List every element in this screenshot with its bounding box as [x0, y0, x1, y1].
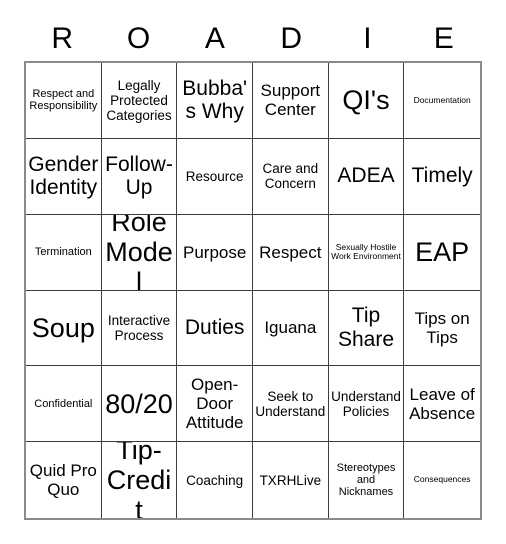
header-letter-4: D [280, 22, 302, 55]
bingo-cell[interactable]: Iguana [252, 290, 329, 367]
header-letter-3: A [204, 22, 225, 55]
bingo-cell[interactable]: Stereotypes and Nicknames [329, 442, 405, 518]
bingo-cell[interactable]: EAP [404, 215, 480, 291]
bingo-cell[interactable]: Respect [252, 214, 329, 291]
bingo-cell[interactable]: ADEA [328, 138, 405, 215]
bingo-cell[interactable]: Care and Concern [252, 138, 329, 215]
bingo-cell[interactable]: Seek to Understand [252, 366, 329, 443]
header-letter-6: E [433, 22, 454, 55]
header-letter-5: I [363, 22, 372, 55]
bingo-cell[interactable]: Tip Share [328, 290, 405, 367]
bingo-cell[interactable]: Termination [26, 214, 102, 291]
bingo-cell[interactable]: Respect and Responsibility [26, 63, 102, 139]
bingo-cell[interactable]: QI's [328, 63, 405, 139]
bingo-cell[interactable]: Timely [404, 139, 480, 215]
bingo-cell[interactable]: Role Model [101, 214, 178, 291]
bingo-header: R O A D I E [24, 18, 482, 60]
bingo-cell[interactable]: Open-Door Attitude [177, 366, 253, 443]
bingo-cell[interactable]: Purpose [177, 214, 253, 291]
bingo-cell[interactable]: Soup [26, 290, 102, 367]
bingo-cell[interactable]: Sexually Hostile Work Environment [328, 214, 405, 291]
bingo-cell[interactable]: Documentation [404, 63, 480, 139]
bingo-cell[interactable]: Interactive Process [101, 290, 178, 367]
header-letter-1: R [51, 22, 73, 55]
bingo-cell[interactable]: Quid Pro Quo [26, 442, 102, 518]
bingo-cell[interactable]: Leave of Absence [404, 366, 480, 443]
bingo-cell[interactable]: TXRHLive [253, 442, 329, 518]
bingo-cell[interactable]: Tips on Tips [404, 291, 480, 367]
bingo-cell[interactable]: Confidential [26, 366, 102, 443]
bingo-cell[interactable]: Understand Policies [328, 366, 405, 443]
bingo-cell[interactable]: Legally Protected Categories [101, 63, 178, 139]
bingo-cell[interactable]: Duties [177, 290, 253, 367]
header-letter-2: O [126, 22, 151, 55]
bingo-grid: Respect and Responsibility Legally Prote… [24, 61, 482, 520]
bingo-card: R O A D I E Respect and Responsibility L… [0, 0, 506, 544]
bingo-cell[interactable]: 80/20 [101, 366, 178, 443]
bingo-cell[interactable]: Coaching [177, 442, 253, 518]
bingo-cell[interactable]: Consequences [404, 442, 480, 518]
bingo-cell[interactable]: Follow-Up [101, 138, 178, 215]
bingo-cell[interactable]: Support Center [252, 63, 329, 139]
bingo-cell[interactable]: Bubba's Why [177, 63, 253, 139]
bingo-cell[interactable]: Gender Identity [26, 138, 102, 215]
bingo-cell[interactable]: Resource [177, 138, 253, 215]
bingo-cell[interactable]: Tip-Credit [102, 442, 178, 518]
